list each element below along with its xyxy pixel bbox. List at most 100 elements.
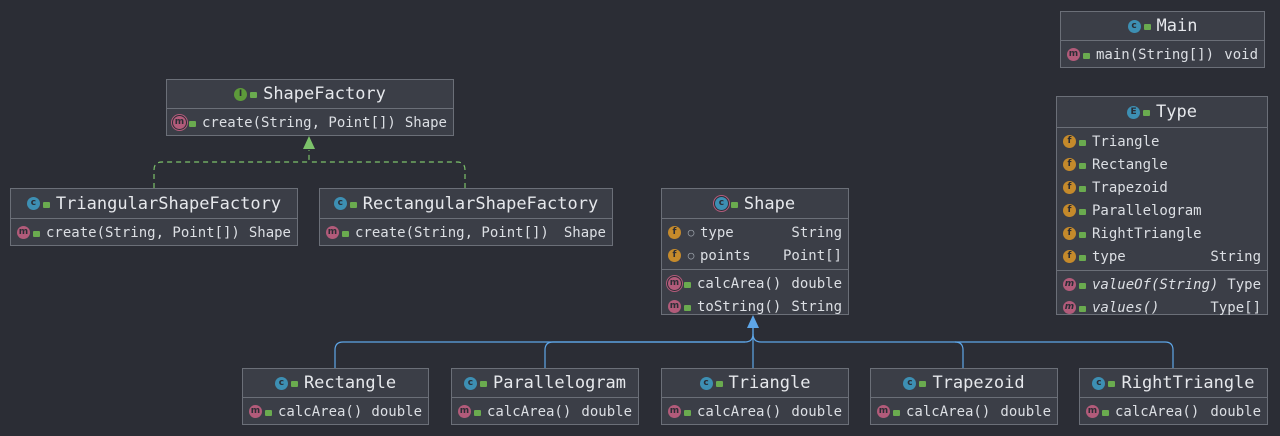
abstract-method-icon: m [173, 116, 186, 129]
class-main[interactable]: c Main m main(String[]) void [1060, 11, 1265, 68]
method-name: calcArea() [1115, 403, 1200, 420]
method-type: Type [1227, 276, 1261, 293]
class-title: Triangle [728, 373, 811, 393]
static-method-icon: m [1063, 278, 1076, 291]
method-row[interactable]: m valueOf(String) Type [1057, 273, 1267, 296]
public-lock-icon [189, 120, 196, 127]
inherit-edge-trapezoid[interactable] [752, 333, 964, 368]
class-header[interactable]: c Parallelogram [452, 369, 638, 398]
method-row[interactable]: m create(String, Point[]) Shape [320, 221, 612, 244]
class-header[interactable]: c RightTriangle [1080, 369, 1267, 398]
method-row[interactable]: m calcArea() double [1080, 400, 1267, 423]
class-title: Main [1156, 16, 1198, 36]
public-lock-icon [893, 409, 900, 416]
method-row[interactable]: m values() Type[] [1057, 296, 1267, 319]
class-trapezoid[interactable]: c Trapezoid m calcArea() double [870, 368, 1058, 425]
method-row[interactable]: m main(String[]) void [1061, 43, 1264, 66]
class-header[interactable]: E Type [1057, 97, 1267, 128]
method-row[interactable]: m calcArea() double [243, 400, 428, 423]
class-title: Rectangle [303, 373, 397, 393]
method-row[interactable]: m toString() String [662, 295, 848, 318]
static-field-icon: f [1063, 204, 1076, 217]
class-header[interactable]: c RectangularShapeFactory [320, 189, 612, 219]
static-field-icon: f [1063, 181, 1076, 194]
class-header[interactable]: c Main [1061, 12, 1264, 41]
public-lock-icon [1079, 254, 1086, 261]
public-lock-icon [342, 230, 349, 237]
method-row[interactable]: m calcArea() double [662, 400, 848, 423]
package-visibility-icon: ○ [687, 226, 695, 239]
enum-constant-row[interactable]: f RightTriangle [1057, 222, 1267, 245]
enum-constant-row[interactable]: f Trapezoid [1057, 176, 1267, 199]
method-row[interactable]: m calcArea() double [452, 400, 638, 423]
field-row[interactable]: f ○ type String [662, 221, 848, 244]
method-row[interactable]: m calcArea() double [662, 272, 848, 295]
class-header[interactable]: c Trapezoid [871, 369, 1057, 398]
field-name: type [700, 224, 734, 241]
public-lock-icon [919, 381, 927, 387]
realization-edge-triangular[interactable] [153, 150, 310, 188]
class-header[interactable]: I ShapeFactory [167, 80, 453, 109]
enum-constant-row[interactable]: f Rectangle [1057, 153, 1267, 176]
method-name: values() [1092, 299, 1160, 316]
public-lock-icon [1079, 231, 1086, 238]
public-lock-icon [349, 201, 357, 208]
enum-constant-row[interactable]: f Triangle [1057, 130, 1267, 153]
public-lock-icon [1079, 305, 1086, 312]
public-lock-icon [1079, 162, 1086, 169]
class-parallelogram[interactable]: c Parallelogram m calcArea() double [451, 368, 639, 425]
method-icon: m [1067, 48, 1080, 61]
class-header[interactable]: c TriangularShapeFactory [11, 189, 297, 219]
enum-constant-row[interactable]: f Parallelogram [1057, 199, 1267, 222]
class-triangular-shape-factory[interactable]: c TriangularShapeFactory m create(String… [10, 188, 298, 246]
field-type: Point[] [782, 247, 842, 264]
field-name: points [700, 247, 751, 264]
interface-shape-factory[interactable]: I ShapeFactory m create(String, Point[])… [166, 79, 454, 136]
method-row[interactable]: m create(String, Point[]) Shape [167, 111, 453, 134]
public-lock-icon [250, 92, 258, 98]
method-name: calcArea() [487, 403, 572, 420]
class-title: TriangularShapeFactory [55, 193, 282, 214]
public-lock-icon [42, 201, 50, 208]
method-icon: m [249, 405, 262, 418]
class-icon: c [463, 376, 477, 390]
static-field-icon: f [1063, 227, 1076, 240]
method-type: Shape [248, 224, 291, 241]
inherit-edge-rectangle[interactable] [334, 328, 754, 368]
public-lock-icon [1079, 282, 1086, 289]
method-icon: m [326, 226, 339, 239]
class-title: ShapeFactory [263, 84, 386, 104]
public-lock-icon [684, 281, 691, 288]
inherit-edge-right-triangle[interactable] [955, 341, 1174, 368]
class-icon: c [699, 376, 713, 390]
class-rectangle[interactable]: c Rectangle m calcArea() double [242, 368, 429, 425]
class-triangle[interactable]: c Triangle m calcArea() double [661, 368, 849, 425]
method-type: Shape [563, 224, 606, 241]
class-header[interactable]: c Shape [662, 189, 848, 219]
class-header[interactable]: c Triangle [662, 369, 848, 398]
constant-name: RightTriangle [1092, 225, 1202, 242]
realization-edge-rectangular[interactable] [309, 161, 466, 188]
class-header[interactable]: c Rectangle [243, 369, 428, 398]
field-row[interactable]: f type String [1057, 245, 1267, 268]
field-type: String [791, 224, 842, 241]
class-right-triangle[interactable]: c RightTriangle m calcArea() double [1079, 368, 1268, 425]
public-lock-icon [290, 381, 298, 387]
field-icon: f [668, 226, 681, 239]
class-shape[interactable]: c Shape f ○ type String f ○ points Point[]… [661, 188, 849, 315]
realization-arrowhead [303, 136, 315, 149]
method-row[interactable]: m create(String, Point[]) Shape [11, 221, 297, 244]
field-row[interactable]: f ○ points Point[] [662, 244, 848, 267]
method-icon: m [1086, 405, 1099, 418]
method-name: calcArea() [278, 403, 363, 420]
method-type: double [791, 275, 842, 292]
static-method-icon: m [1063, 301, 1076, 314]
public-lock-icon [479, 381, 487, 387]
field-name: type [1092, 248, 1126, 265]
method-row[interactable]: m calcArea() double [871, 400, 1057, 423]
class-rectangular-shape-factory[interactable]: c RectangularShapeFactory m create(Strin… [319, 188, 613, 246]
method-name: valueOf(String) [1092, 276, 1219, 293]
field-icon: f [668, 249, 681, 262]
inherit-edge-parallelogram[interactable] [544, 341, 745, 368]
enum-type[interactable]: E Type f Triangle f Rectangle f Trapezoi… [1056, 96, 1268, 316]
